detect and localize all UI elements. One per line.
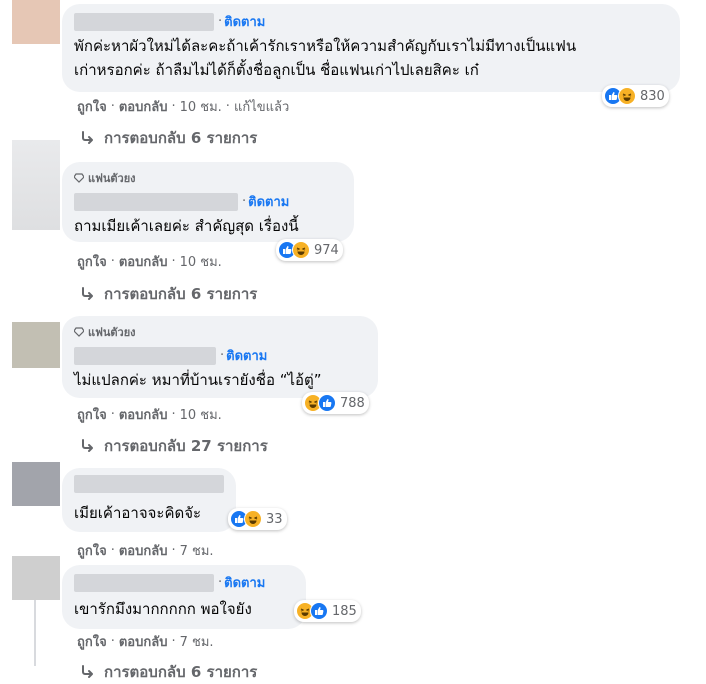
diamond-icon [74, 327, 84, 337]
top-fan-badge[interactable]: แฟนตัวยง [74, 323, 366, 341]
comment-text: ไม่แปลกค่ะ หมาที่บ้านเรายังชื่อ “ไอ้ตู่” [74, 371, 322, 389]
separator-dot: · [110, 254, 115, 269]
haha-icon [292, 241, 310, 259]
author-name[interactable] [74, 12, 214, 31]
view-replies-link[interactable]: การตอบกลับ 6 รายการ [80, 660, 257, 684]
reaction-count: 788 [340, 395, 365, 411]
reply-arrow-icon [82, 439, 93, 452]
reaction-count: 830 [640, 88, 665, 104]
comment-actions: ถูกใจ · ตอบกลับ · 10 ชม. · แก้ไขแล้ว [77, 96, 289, 117]
separator-dot: · [110, 99, 115, 114]
separator-dot: · [242, 194, 247, 209]
follow-button[interactable]: ติดตาม [224, 11, 265, 32]
separator-dot: · [218, 14, 223, 29]
avatar[interactable] [12, 462, 60, 506]
reaction-count: 33 [266, 511, 283, 527]
reply-button[interactable]: ตอบกลับ [119, 404, 168, 425]
avatar[interactable] [12, 322, 60, 368]
separator-dot: · [171, 634, 176, 649]
comment-text: พักค่ะหาผัวใหม่ได้ละคะถ้าเค้ารักเราหรือใ… [74, 37, 577, 79]
comment-bubble: เมียเค้าอาจจะคิดจัะ [62, 468, 236, 532]
like-button[interactable]: ถูกใจ [77, 404, 107, 425]
reaction-summary[interactable]: 185 [294, 600, 361, 622]
like-button[interactable]: ถูกใจ [77, 251, 107, 272]
comment-bubble: แฟนตัวยง · ติดตาม ไม่แปลกค่ะ หมาที่บ้านเ… [62, 316, 378, 398]
separator-dot: · [225, 99, 230, 114]
author-name[interactable] [74, 346, 216, 365]
comment-actions: ถูกใจ · ตอบกลับ · 10 ชม. [77, 251, 222, 272]
comment-actions: ถูกใจ · ตอบกลับ · 10 ชม. [77, 404, 222, 425]
separator-dot: · [218, 575, 223, 590]
author-name[interactable] [74, 192, 238, 211]
reply-button[interactable]: ตอบกลับ [119, 96, 168, 117]
reaction-summary[interactable]: 974 [276, 239, 343, 261]
like-button[interactable]: ถูกใจ [77, 540, 107, 561]
reply-button[interactable]: ตอบกลับ [119, 540, 168, 561]
reply-arrow-icon [82, 287, 93, 300]
avatar[interactable] [12, 556, 60, 600]
timestamp[interactable]: 10 ชม. [180, 251, 222, 272]
avatar[interactable] [12, 0, 60, 44]
comment-text: เมียเค้าอาจจะคิดจัะ [74, 504, 202, 522]
author-name[interactable] [74, 573, 214, 592]
reaction-summary[interactable]: 33 [228, 508, 287, 530]
reaction-summary[interactable]: 788 [302, 392, 369, 414]
comment-bubble: แฟนตัวยง · ติดตาม ถามเมียเค้าเลยค่ะ สำคั… [62, 162, 354, 242]
haha-icon [618, 87, 636, 105]
separator-dot: · [171, 407, 176, 422]
separator-dot: · [171, 543, 176, 558]
comment-bubble: · ติดตาม เขารักมึงมากกกกก พอใจยัง [62, 565, 306, 629]
like-icon [310, 602, 328, 620]
separator-dot: · [110, 634, 115, 649]
separator-dot: · [110, 543, 115, 558]
separator-dot: · [171, 99, 176, 114]
follow-button[interactable]: ติดตาม [224, 572, 265, 593]
timestamp[interactable]: 7 ชม. [180, 540, 214, 561]
comment-bubble: · ติดตาม พักค่ะหาผัวใหม่ได้ละคะถ้าเค้ารั… [62, 4, 680, 92]
view-replies-link[interactable]: การตอบกลับ 6 รายการ [80, 126, 257, 150]
follow-button[interactable]: ติดตาม [226, 345, 267, 366]
reply-button[interactable]: ตอบกลับ [119, 631, 168, 652]
avatar[interactable] [12, 140, 60, 230]
haha-icon [244, 510, 262, 528]
like-button[interactable]: ถูกใจ [77, 96, 107, 117]
reply-arrow-icon [82, 131, 93, 144]
reply-arrow-icon [82, 665, 93, 678]
reaction-count: 185 [332, 603, 357, 619]
view-replies-link[interactable]: การตอบกลับ 27 รายการ [80, 434, 268, 458]
diamond-icon [74, 173, 84, 183]
reply-button[interactable]: ตอบกลับ [119, 251, 168, 272]
top-fan-badge[interactable]: แฟนตัวยง [74, 169, 342, 187]
edited-label: แก้ไขแล้ว [233, 100, 290, 115]
like-icon [318, 394, 336, 412]
timestamp[interactable]: 10 ชม. [180, 96, 222, 117]
reaction-summary[interactable]: 830 [602, 85, 669, 107]
separator-dot: · [171, 254, 176, 269]
comment-text: เขารักมึงมากกกกก พอใจยัง [74, 600, 252, 618]
comment-actions: ถูกใจ · ตอบกลับ · 7 ชม. [77, 540, 214, 561]
comment-text: ถามเมียเค้าเลยค่ะ สำคัญสุด เรื่องนี้ [74, 217, 299, 235]
timestamp[interactable]: 10 ชม. [180, 404, 222, 425]
separator-dot: · [110, 407, 115, 422]
comment-actions: ถูกใจ · ตอบกลับ · 7 ชม. [77, 631, 214, 652]
timestamp[interactable]: 7 ชม. [180, 631, 214, 652]
follow-button[interactable]: ติดตาม [248, 191, 289, 212]
view-replies-link[interactable]: การตอบกลับ 6 รายการ [80, 282, 257, 306]
author-name[interactable] [74, 475, 224, 493]
thread-line [34, 600, 36, 666]
like-button[interactable]: ถูกใจ [77, 631, 107, 652]
separator-dot: · [220, 348, 225, 363]
reaction-count: 974 [314, 242, 339, 258]
